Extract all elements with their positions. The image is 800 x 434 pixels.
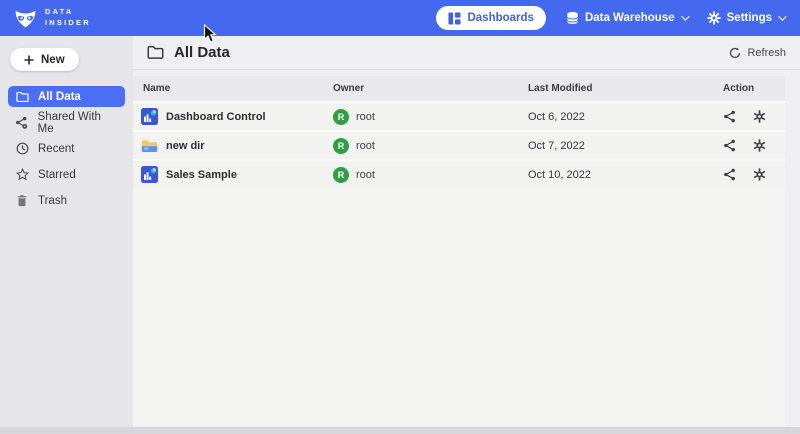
- folder-file-icon: [141, 138, 158, 154]
- database-icon: [566, 11, 579, 25]
- share-icon[interactable]: [723, 110, 736, 123]
- data-warehouse-label: Data Warehouse: [585, 12, 675, 24]
- sidebar-item-all-data[interactable]: All Data: [8, 86, 125, 107]
- table-header-row: Name Owner Last Modified Action: [133, 76, 785, 101]
- clock-icon: [15, 142, 29, 155]
- column-header-name: Name: [133, 83, 333, 94]
- dashboards-button[interactable]: Dashboards: [436, 6, 545, 30]
- sidebar-item-label: All Data: [38, 91, 81, 103]
- page-title: All Data: [174, 44, 230, 61]
- column-header-last-modified: Last Modified: [528, 83, 723, 94]
- folder-icon: [15, 91, 29, 103]
- gear-icon[interactable]: [753, 139, 766, 152]
- gear-icon: [707, 11, 721, 25]
- dashboard-file-icon: [141, 166, 158, 183]
- sidebar-item-shared-with-me[interactable]: Shared With Me: [8, 112, 125, 133]
- sidebar-item-label: Recent: [38, 143, 74, 155]
- gear-icon[interactable]: [753, 168, 766, 181]
- topnav: Dashboards Data Warehouse: [436, 6, 784, 30]
- file-name[interactable]: Dashboard Control: [166, 111, 266, 123]
- window-bottom-strip: [0, 427, 800, 434]
- new-button-label: New: [41, 54, 65, 66]
- dashboard-grid-icon: [448, 12, 461, 25]
- owl-logo-icon: [13, 6, 38, 31]
- top-navigation-bar: DATA INSIDER Dashboards: [0, 0, 800, 36]
- share-icon[interactable]: [723, 168, 736, 181]
- last-modified-date: Oct 6, 2022: [528, 111, 723, 123]
- sidebar-item-starred[interactable]: Starred: [8, 164, 125, 185]
- settings-menu[interactable]: Settings: [707, 11, 784, 25]
- table-row[interactable]: new dir R root Oct 7, 2022: [133, 130, 785, 159]
- file-name[interactable]: new dir: [166, 140, 205, 152]
- settings-label: Settings: [727, 12, 772, 24]
- share-icon[interactable]: [723, 139, 736, 152]
- folder-title-icon: [147, 45, 164, 60]
- logo-text: DATA INSIDER: [45, 7, 91, 29]
- gear-icon[interactable]: [753, 110, 766, 123]
- file-table-card: Name Owner Last Modified Action: [133, 76, 785, 426]
- refresh-icon: [729, 47, 741, 59]
- dashboards-label: Dashboards: [467, 12, 533, 24]
- refresh-button[interactable]: Refresh: [729, 47, 786, 59]
- sidebar-item-label: Starred: [38, 169, 76, 181]
- last-modified-date: Oct 10, 2022: [528, 169, 723, 181]
- new-button[interactable]: New: [10, 48, 79, 71]
- sidebar-item-recent[interactable]: Recent: [8, 138, 125, 159]
- owner-name: root: [356, 169, 375, 181]
- table-row[interactable]: Sales Sample R root Oct 10, 2022: [133, 159, 785, 188]
- last-modified-date: Oct 7, 2022: [528, 140, 723, 152]
- owner-avatar: R: [333, 167, 349, 183]
- data-warehouse-menu[interactable]: Data Warehouse: [566, 11, 687, 25]
- file-name[interactable]: Sales Sample: [166, 169, 237, 181]
- chevron-down-icon: [778, 12, 786, 20]
- app-logo: DATA INSIDER: [13, 6, 91, 31]
- table-row[interactable]: Dashboard Control R root Oct 6, 2022: [133, 101, 785, 130]
- column-header-owner: Owner: [333, 83, 528, 94]
- star-icon: [15, 168, 29, 181]
- sidebar-item-label: Trash: [38, 195, 67, 207]
- owner-avatar: R: [333, 138, 349, 154]
- column-header-action: Action: [723, 83, 785, 94]
- owner-name: root: [356, 111, 375, 123]
- sidebar: New All Data Shar: [0, 36, 133, 434]
- refresh-label: Refresh: [747, 47, 786, 59]
- main-content: All Data Refresh Name Owner Last Modifie…: [133, 36, 800, 434]
- sidebar-item-label: Shared With Me: [38, 111, 118, 135]
- page-header: All Data Refresh: [133, 36, 800, 70]
- owner-avatar: R: [333, 109, 349, 125]
- plus-icon: [24, 55, 34, 65]
- trash-icon: [15, 194, 29, 207]
- share-person-icon: [15, 116, 29, 129]
- sidebar-item-trash[interactable]: Trash: [8, 190, 125, 211]
- chevron-down-icon: [681, 12, 689, 20]
- dashboard-file-icon: [141, 108, 158, 125]
- owner-name: root: [356, 140, 375, 152]
